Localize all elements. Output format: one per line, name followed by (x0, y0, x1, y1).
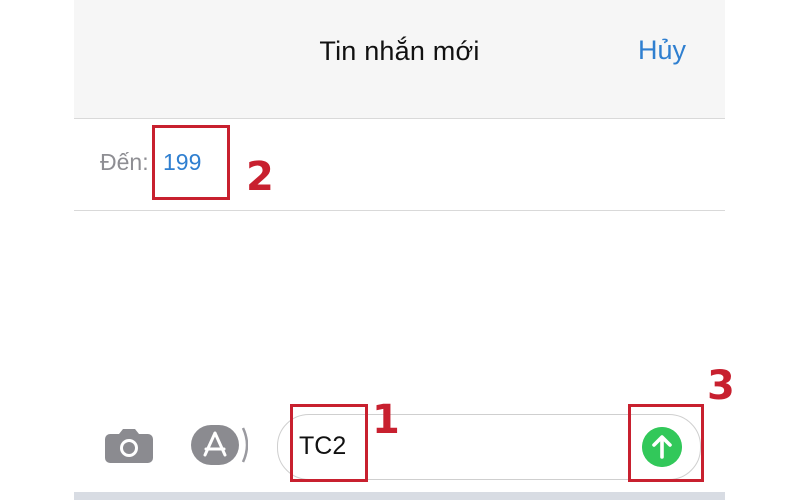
message-input[interactable]: TC2 (277, 414, 701, 480)
recipient-row[interactable]: Đến: 199 (74, 118, 725, 211)
camera-icon[interactable] (104, 428, 154, 464)
cancel-button[interactable]: Hủy (638, 35, 686, 66)
navigation-bar: Tin nhắn mới Hủy (74, 0, 725, 119)
annotation-number-1: 1 (372, 397, 400, 443)
app-store-icon[interactable] (190, 424, 248, 466)
keyboard-top-edge (74, 492, 725, 500)
message-text: TC2 (299, 432, 347, 460)
page-title: Tin nhắn mới (319, 36, 480, 66)
screenshot-frame: Tin nhắn mới Hủy Đến: 199 TC2 2 1 3 (0, 0, 800, 500)
recipient-field[interactable]: 199 (163, 149, 201, 176)
annotation-number-2: 2 (246, 154, 274, 200)
send-button[interactable] (642, 427, 682, 467)
to-label: Đến: (100, 149, 149, 175)
annotation-number-3: 3 (707, 363, 735, 409)
